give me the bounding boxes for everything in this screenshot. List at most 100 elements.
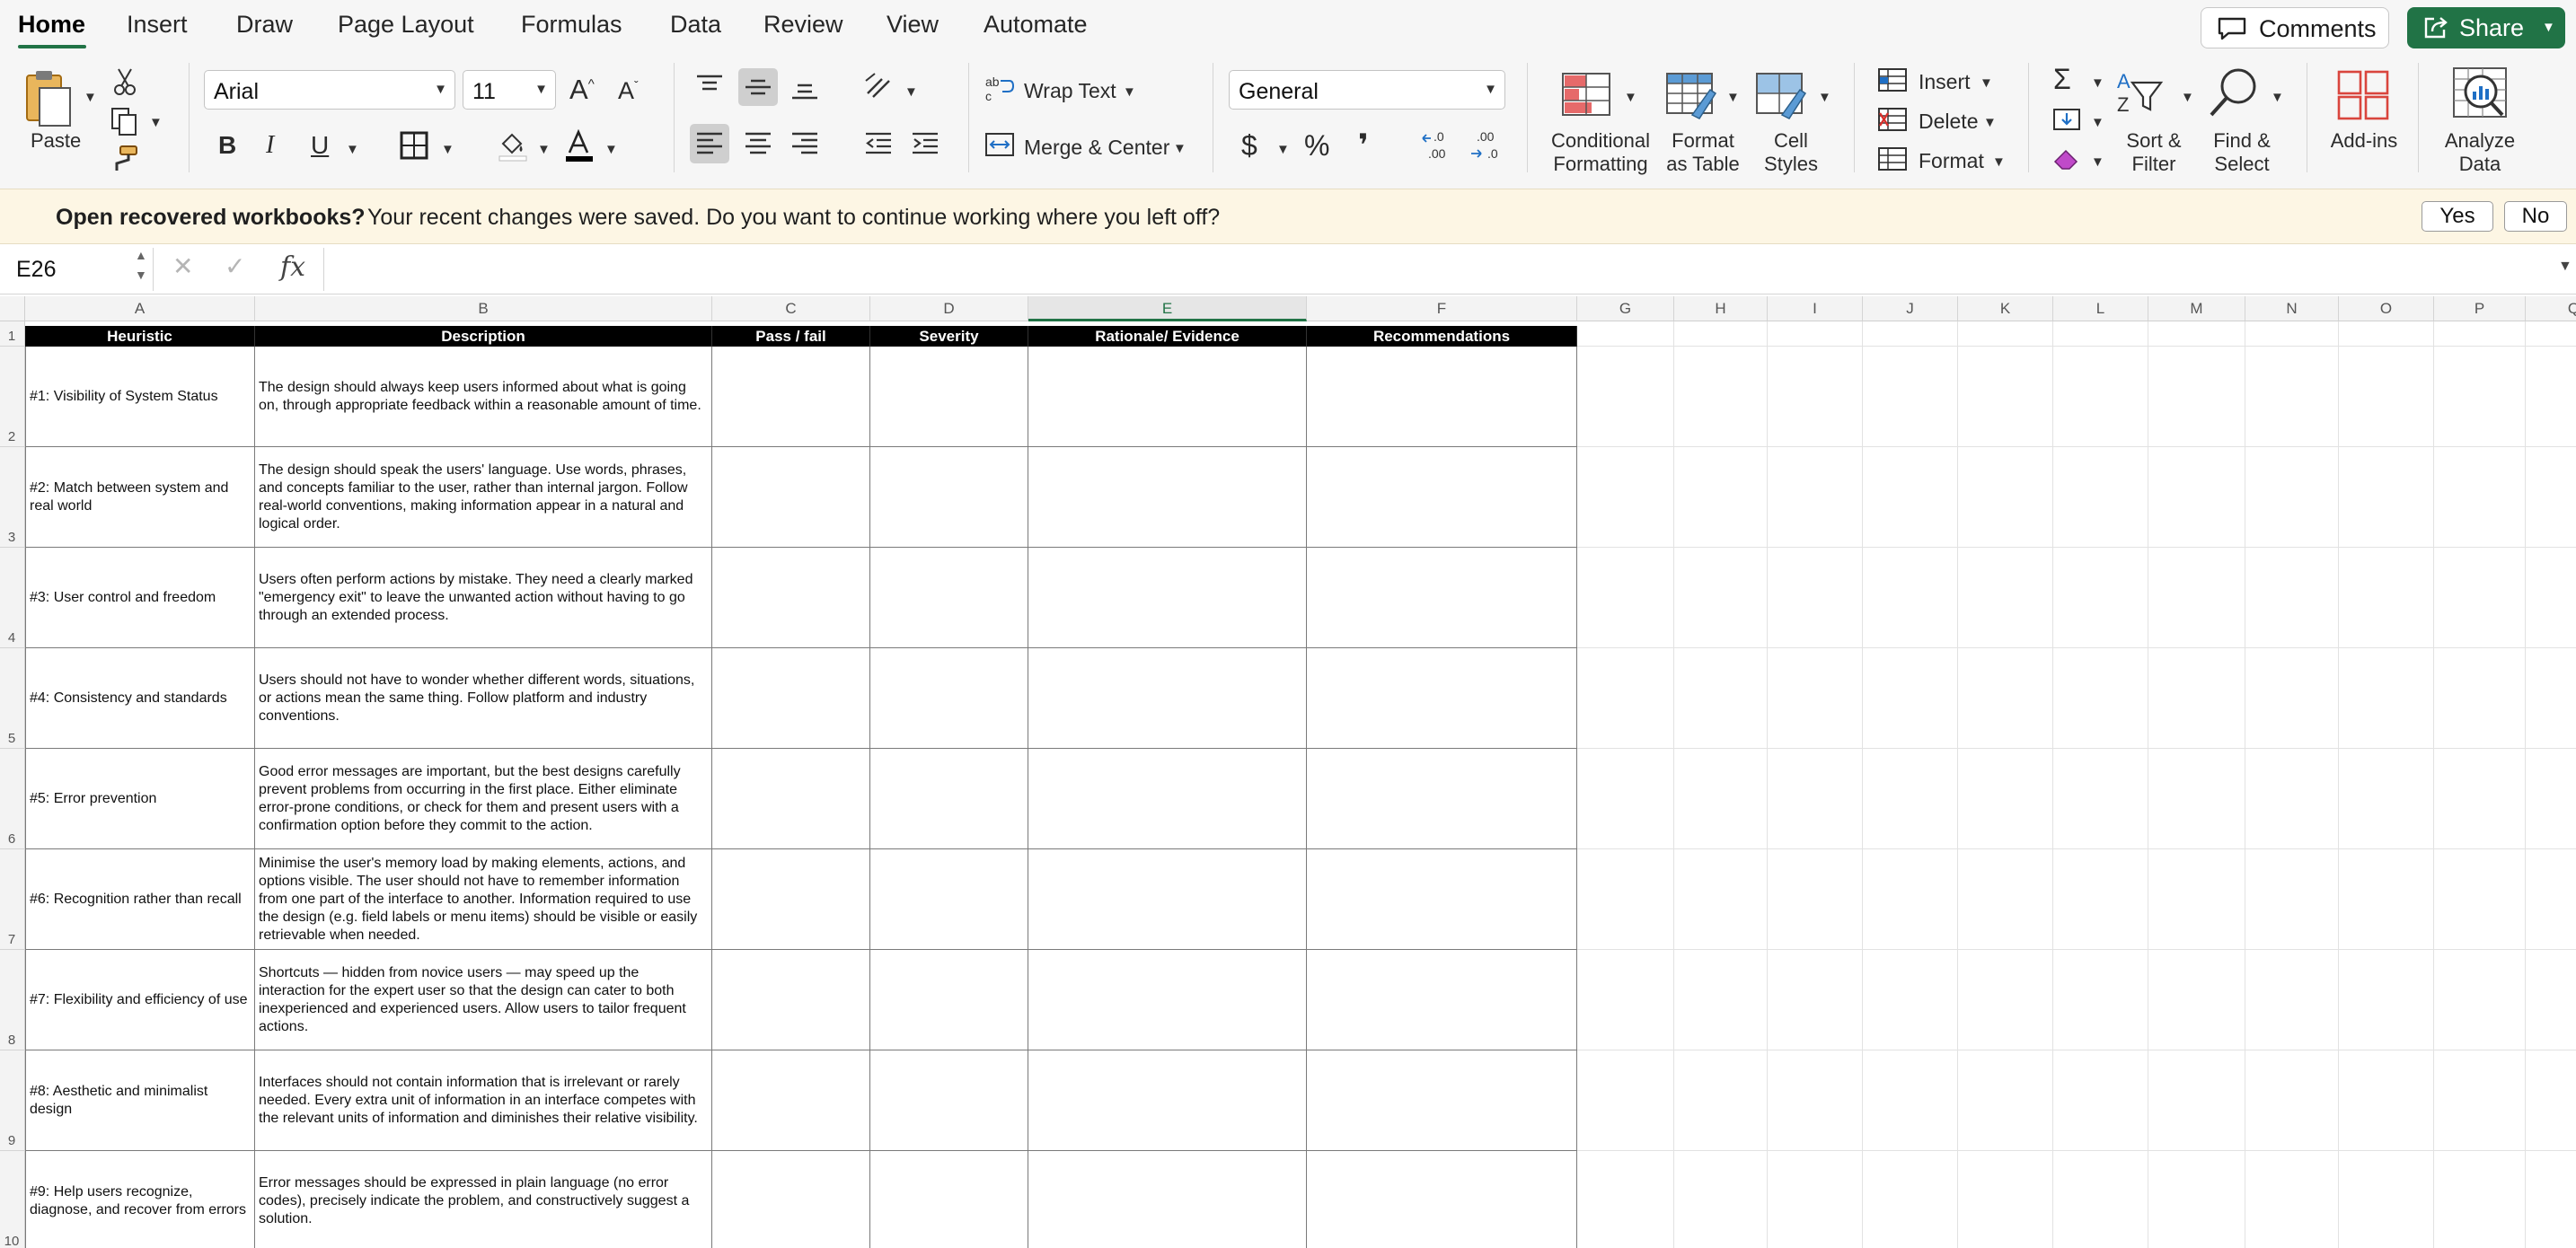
description-cell[interactable]: Interfaces should not contain informatio… xyxy=(255,1050,712,1151)
delete-cells-button[interactable]: Delete xyxy=(1919,110,1978,134)
table-cell[interactable] xyxy=(712,1151,870,1248)
share-button[interactable]: Share ▼ xyxy=(2407,7,2565,48)
tab-automate[interactable]: Automate xyxy=(984,11,1088,39)
header-cell[interactable]: Heuristic xyxy=(25,326,255,347)
table-cell[interactable] xyxy=(1028,849,1307,950)
align-bottom-icon[interactable] xyxy=(790,74,819,101)
merge-center-chevron-icon[interactable]: ▼ xyxy=(1173,141,1187,156)
table-cell[interactable] xyxy=(1307,1050,1577,1151)
heuristic-cell[interactable]: #3: User control and freedom xyxy=(25,548,255,648)
row-header-4[interactable]: 4 xyxy=(0,548,25,648)
table-cell[interactable] xyxy=(1307,347,1577,447)
row-header-2[interactable]: 2 xyxy=(0,347,25,447)
header-cell[interactable]: Severity xyxy=(870,326,1028,347)
fill-color-chevron-icon[interactable]: ▼ xyxy=(537,142,551,157)
worksheet-grid[interactable]: ABCDEFGHIJKLMNOPQ 1 2 3 4 5 6 7 8 9 10 Heuristic D… xyxy=(0,296,2576,1248)
row-header-1[interactable]: 1 xyxy=(0,321,25,347)
decrease-font-size-button[interactable]: Aˇ xyxy=(618,77,639,105)
align-top-icon[interactable] xyxy=(695,74,724,101)
add-ins-icon[interactable] xyxy=(2335,68,2391,122)
tab-home[interactable]: Home xyxy=(18,11,85,39)
table-cell[interactable] xyxy=(1028,548,1307,648)
decrease-decimal-icon[interactable]: .00 .0 xyxy=(1469,129,1505,162)
paste-icon[interactable] xyxy=(23,68,74,129)
table-cell[interactable] xyxy=(1028,447,1307,548)
format-painter-icon[interactable] xyxy=(110,144,140,174)
column-header-b[interactable]: B xyxy=(255,296,712,321)
header-cell[interactable]: Rationale/ Evidence xyxy=(1028,326,1307,347)
row-header-5[interactable]: 5 xyxy=(0,648,25,749)
table-cell[interactable] xyxy=(1028,1151,1307,1248)
autosum-icon[interactable]: Σ xyxy=(2053,63,2071,96)
sort-filter-chevron-icon[interactable]: ▼ xyxy=(2181,90,2194,105)
column-header-q[interactable]: Q xyxy=(2526,296,2576,321)
table-cell[interactable] xyxy=(712,347,870,447)
autosum-chevron-icon[interactable]: ▼ xyxy=(2091,75,2104,91)
find-select-chevron-icon[interactable]: ▼ xyxy=(2271,90,2284,105)
table-cell[interactable] xyxy=(870,548,1028,648)
heuristic-cell[interactable]: #6: Recognition rather than recall xyxy=(25,849,255,950)
format-cells-chevron-icon[interactable]: ▼ xyxy=(1992,154,2006,170)
header-cell[interactable]: Pass / fail xyxy=(712,326,870,347)
table-cell[interactable] xyxy=(1028,347,1307,447)
clear-eraser-icon[interactable] xyxy=(2051,145,2082,172)
table-cell[interactable] xyxy=(712,648,870,749)
font-color-icon[interactable] xyxy=(564,129,595,163)
cut-icon[interactable] xyxy=(111,66,138,97)
sort-filter-icon[interactable]: A Z xyxy=(2116,66,2165,120)
column-header-m[interactable]: M xyxy=(2148,296,2245,321)
table-cell[interactable] xyxy=(870,648,1028,749)
borders-icon[interactable] xyxy=(399,130,429,161)
table-cell[interactable] xyxy=(1028,648,1307,749)
heuristic-cell[interactable]: #7: Flexibility and efficiency of use xyxy=(25,950,255,1050)
format-cells-icon[interactable] xyxy=(1877,145,1908,172)
wrap-text-chevron-icon[interactable]: ▼ xyxy=(1123,84,1136,100)
tab-insert[interactable]: Insert xyxy=(127,11,188,39)
column-header-j[interactable]: J xyxy=(1863,296,1958,321)
column-header-e[interactable]: E xyxy=(1028,296,1307,321)
wrap-text-icon[interactable]: ab c xyxy=(984,74,1015,102)
font-name-dropdown[interactable]: Arial ▼ xyxy=(204,70,455,110)
description-cell[interactable]: Users often perform actions by mistake. … xyxy=(255,548,712,648)
currency-chevron-icon[interactable]: ▼ xyxy=(1276,142,1290,157)
share-chevron-icon[interactable]: ▼ xyxy=(2542,20,2555,35)
column-header-d[interactable]: D xyxy=(870,296,1028,321)
format-cells-button[interactable]: Format xyxy=(1919,149,1984,173)
merge-center-icon[interactable] xyxy=(984,131,1015,158)
column-header-l[interactable]: L xyxy=(2053,296,2148,321)
paste-options-chevron-icon[interactable]: ▼ xyxy=(84,90,97,105)
heuristic-cell[interactable]: #8: Aesthetic and minimalist design xyxy=(25,1050,255,1151)
cancel-entry-icon[interactable]: ✕ xyxy=(172,251,193,281)
row-header-7[interactable]: 7 xyxy=(0,849,25,950)
column-header-o[interactable]: O xyxy=(2339,296,2434,321)
heuristic-cell[interactable]: #4: Consistency and standards xyxy=(25,648,255,749)
clear-chevron-icon[interactable]: ▼ xyxy=(2091,154,2104,170)
confirm-entry-icon[interactable]: ✓ xyxy=(225,251,245,281)
row-header-9[interactable]: 9 xyxy=(0,1050,25,1151)
name-box[interactable]: E26 xyxy=(11,251,146,287)
underline-chevron-icon[interactable]: ▼ xyxy=(346,142,359,157)
comments-button[interactable]: Comments xyxy=(2201,7,2389,48)
insert-function-button[interactable]: fx xyxy=(280,251,305,283)
table-cell[interactable] xyxy=(712,749,870,849)
find-select-icon[interactable] xyxy=(2206,66,2260,120)
description-cell[interactable]: The design should speak the users' langu… xyxy=(255,447,712,548)
table-cell[interactable] xyxy=(712,1050,870,1151)
analyze-data-icon[interactable] xyxy=(2450,65,2510,124)
comma-style-button[interactable]: ❜ xyxy=(1358,127,1369,163)
table-cell[interactable] xyxy=(1307,1151,1577,1248)
table-cell[interactable] xyxy=(1307,548,1577,648)
formula-input[interactable] xyxy=(334,251,2526,287)
table-cell[interactable] xyxy=(1307,749,1577,849)
column-header-a[interactable]: A xyxy=(25,296,255,321)
header-cell[interactable]: Recommendations xyxy=(1307,326,1577,347)
italic-button[interactable]: I xyxy=(266,131,274,160)
percent-button[interactable]: % xyxy=(1304,129,1329,163)
table-cell[interactable] xyxy=(712,950,870,1050)
expand-formula-bar-icon[interactable]: ▼ xyxy=(2558,259,2572,275)
copy-options-chevron-icon[interactable]: ▼ xyxy=(149,115,163,130)
tab-review[interactable]: Review xyxy=(763,11,843,39)
name-box-up-icon[interactable]: ▲ xyxy=(135,248,147,262)
number-format-dropdown[interactable]: General ▼ xyxy=(1229,70,1505,110)
row-header-8[interactable]: 8 xyxy=(0,950,25,1050)
